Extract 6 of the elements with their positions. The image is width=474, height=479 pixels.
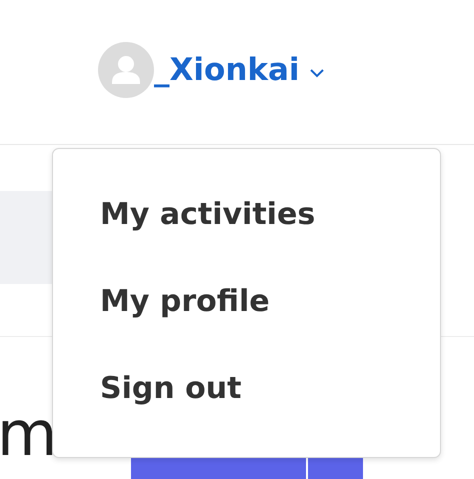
page-heading: m bbox=[0, 403, 52, 465]
menu-item[interactable]: Sign out bbox=[53, 367, 440, 454]
menu-item[interactable]: My activities bbox=[53, 193, 440, 280]
chevron-icon[interactable] bbox=[310, 68, 324, 78]
username-link[interactable]: _Xionkai bbox=[154, 52, 300, 88]
menu-item[interactable]: My profile bbox=[53, 280, 440, 367]
